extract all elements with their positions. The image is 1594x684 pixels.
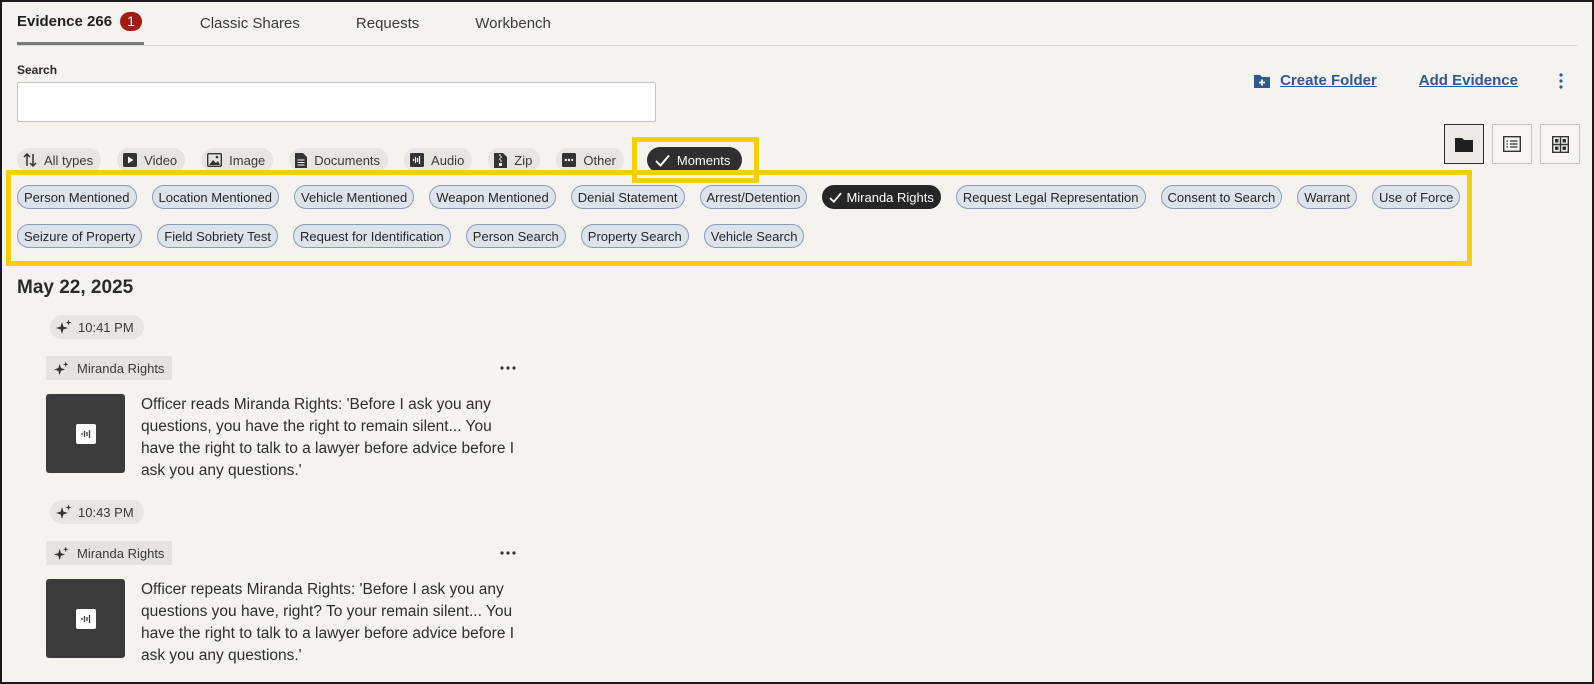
time-pill: 10:41 PM bbox=[50, 315, 144, 339]
moment-item: 10:41 PM Miranda Rights Officer reads Mi… bbox=[46, 315, 526, 482]
folder-plus-icon bbox=[1254, 74, 1271, 88]
moment-item: 10:43 PM Miranda Rights Officer repeats … bbox=[46, 500, 526, 667]
header-actions: Create Folder Add Evidence bbox=[1253, 72, 1570, 89]
search-label: Search bbox=[17, 63, 58, 77]
folder-view-button[interactable] bbox=[1444, 124, 1484, 164]
filter-documents[interactable]: Documents bbox=[289, 148, 389, 172]
moment-header: Miranda Rights bbox=[46, 541, 518, 565]
tag-consent-to-search[interactable]: Consent to Search bbox=[1160, 185, 1283, 209]
image-icon bbox=[207, 153, 223, 167]
moment-label-text: Miranda Rights bbox=[77, 360, 165, 376]
moment-body: Officer repeats Miranda Rights: 'Before … bbox=[46, 579, 526, 667]
filter-label: Image bbox=[229, 152, 266, 168]
tag-field-sobriety-test[interactable]: Field Sobriety Test bbox=[157, 224, 278, 248]
moment-type-label: Miranda Rights bbox=[46, 541, 173, 565]
date-heading: May 22, 2025 bbox=[17, 277, 134, 298]
filter-label: Zip bbox=[514, 152, 533, 168]
tag-request-legal-representation[interactable]: Request Legal Representation bbox=[955, 185, 1146, 209]
filter-other[interactable]: Other bbox=[556, 148, 624, 172]
sort-icon bbox=[23, 153, 37, 167]
tag-weapon-mentioned[interactable]: Weapon Mentioned bbox=[429, 185, 556, 209]
time-pill: 10:43 PM bbox=[50, 500, 144, 524]
tag-seizure-of-property[interactable]: Seizure of Property bbox=[17, 224, 143, 248]
filter-label: All types bbox=[44, 152, 94, 168]
sparkle-icon bbox=[56, 319, 72, 334]
tag-label: Miranda Rights bbox=[846, 189, 934, 205]
tab-requests[interactable]: Requests bbox=[356, 1, 419, 45]
audio-icon bbox=[410, 153, 425, 167]
filter-video[interactable]: Video bbox=[117, 148, 186, 172]
filter-audio[interactable]: Audio bbox=[404, 148, 473, 172]
tag-row: Seizure of Property Field Sobriety Test … bbox=[17, 224, 1461, 248]
tag-use-of-force[interactable]: Use of Force bbox=[1371, 185, 1461, 209]
moment-type-label: Miranda Rights bbox=[46, 356, 173, 380]
filter-label: Documents bbox=[314, 152, 381, 168]
tag-arrest-detention[interactable]: Arrest/Detention bbox=[699, 185, 808, 209]
tag-request-for-identification[interactable]: Request for Identification bbox=[292, 224, 451, 248]
checkmark-icon bbox=[829, 192, 843, 203]
filter-zip[interactable]: Zip bbox=[488, 148, 541, 172]
search-input[interactable] bbox=[17, 82, 656, 122]
tag-denial-statement[interactable]: Denial Statement bbox=[570, 185, 685, 209]
moment-description: Officer reads Miranda Rights: 'Before I … bbox=[141, 396, 515, 479]
tag-vehicle-search[interactable]: Vehicle Search bbox=[703, 224, 805, 248]
notification-badge: 1 bbox=[120, 12, 142, 31]
overflow-menu-icon[interactable] bbox=[1552, 72, 1570, 89]
tag-person-mentioned[interactable]: Person Mentioned bbox=[17, 185, 137, 209]
tab-classic-shares[interactable]: Classic Shares bbox=[200, 1, 300, 45]
tag-row: Person Mentioned Location Mentioned Vehi… bbox=[17, 185, 1461, 209]
filter-all-types[interactable]: All types bbox=[17, 148, 102, 172]
grid-icon bbox=[1551, 135, 1569, 153]
add-evidence-button[interactable]: Add Evidence bbox=[1419, 72, 1518, 89]
moment-body: Officer reads Miranda Rights: 'Before I … bbox=[46, 394, 526, 482]
filter-label: Moments bbox=[676, 152, 731, 168]
filter-image[interactable]: Image bbox=[201, 148, 274, 172]
other-icon bbox=[562, 153, 577, 167]
more-options-icon[interactable] bbox=[498, 551, 518, 555]
time-label: 10:43 PM bbox=[78, 504, 134, 520]
moment-header: Miranda Rights bbox=[46, 356, 518, 380]
view-toggle-group bbox=[1436, 124, 1580, 164]
tab-label: Evidence 266 bbox=[17, 13, 113, 30]
sparkle-icon bbox=[54, 545, 69, 560]
tag-property-search[interactable]: Property Search bbox=[580, 224, 689, 248]
filter-label: Audio bbox=[431, 152, 465, 168]
audio-icon bbox=[75, 608, 96, 629]
tag-warrant[interactable]: Warrant bbox=[1297, 185, 1357, 209]
moment-tags-panel: Person Mentioned Location Mentioned Vehi… bbox=[6, 170, 1472, 266]
tag-miranda-rights[interactable]: Miranda Rights bbox=[822, 185, 941, 209]
tab-evidence[interactable]: Evidence 266 1 bbox=[17, 1, 144, 45]
tab-bar: Evidence 266 1 Classic Shares Requests W… bbox=[17, 2, 1577, 46]
folder-icon bbox=[1455, 137, 1473, 152]
audio-thumbnail[interactable] bbox=[46, 579, 125, 658]
audio-thumbnail[interactable] bbox=[46, 394, 125, 473]
filter-label: Other bbox=[583, 152, 616, 168]
tag-person-search[interactable]: Person Search bbox=[465, 224, 566, 248]
more-options-icon[interactable] bbox=[498, 366, 518, 370]
create-folder-button[interactable]: Create Folder bbox=[1253, 72, 1377, 89]
tab-workbench[interactable]: Workbench bbox=[475, 1, 551, 45]
zip-icon bbox=[494, 152, 508, 168]
checkmark-icon bbox=[655, 154, 670, 167]
grid-view-button[interactable] bbox=[1540, 124, 1580, 164]
audio-icon bbox=[75, 423, 96, 444]
video-icon bbox=[123, 153, 138, 167]
sparkle-icon bbox=[54, 360, 69, 375]
sparkle-icon bbox=[56, 504, 72, 519]
moment-label-text: Miranda Rights bbox=[77, 545, 165, 561]
list-icon bbox=[1503, 136, 1521, 152]
time-label: 10:41 PM bbox=[78, 319, 134, 335]
list-view-button[interactable] bbox=[1492, 124, 1532, 164]
create-folder-label: Create Folder bbox=[1280, 72, 1377, 89]
document-icon bbox=[295, 152, 308, 168]
tag-location-mentioned[interactable]: Location Mentioned bbox=[151, 185, 279, 209]
moment-description: Officer repeats Miranda Rights: 'Before … bbox=[141, 581, 515, 664]
tag-vehicle-mentioned[interactable]: Vehicle Mentioned bbox=[294, 185, 415, 209]
filter-label: Video bbox=[144, 152, 178, 168]
